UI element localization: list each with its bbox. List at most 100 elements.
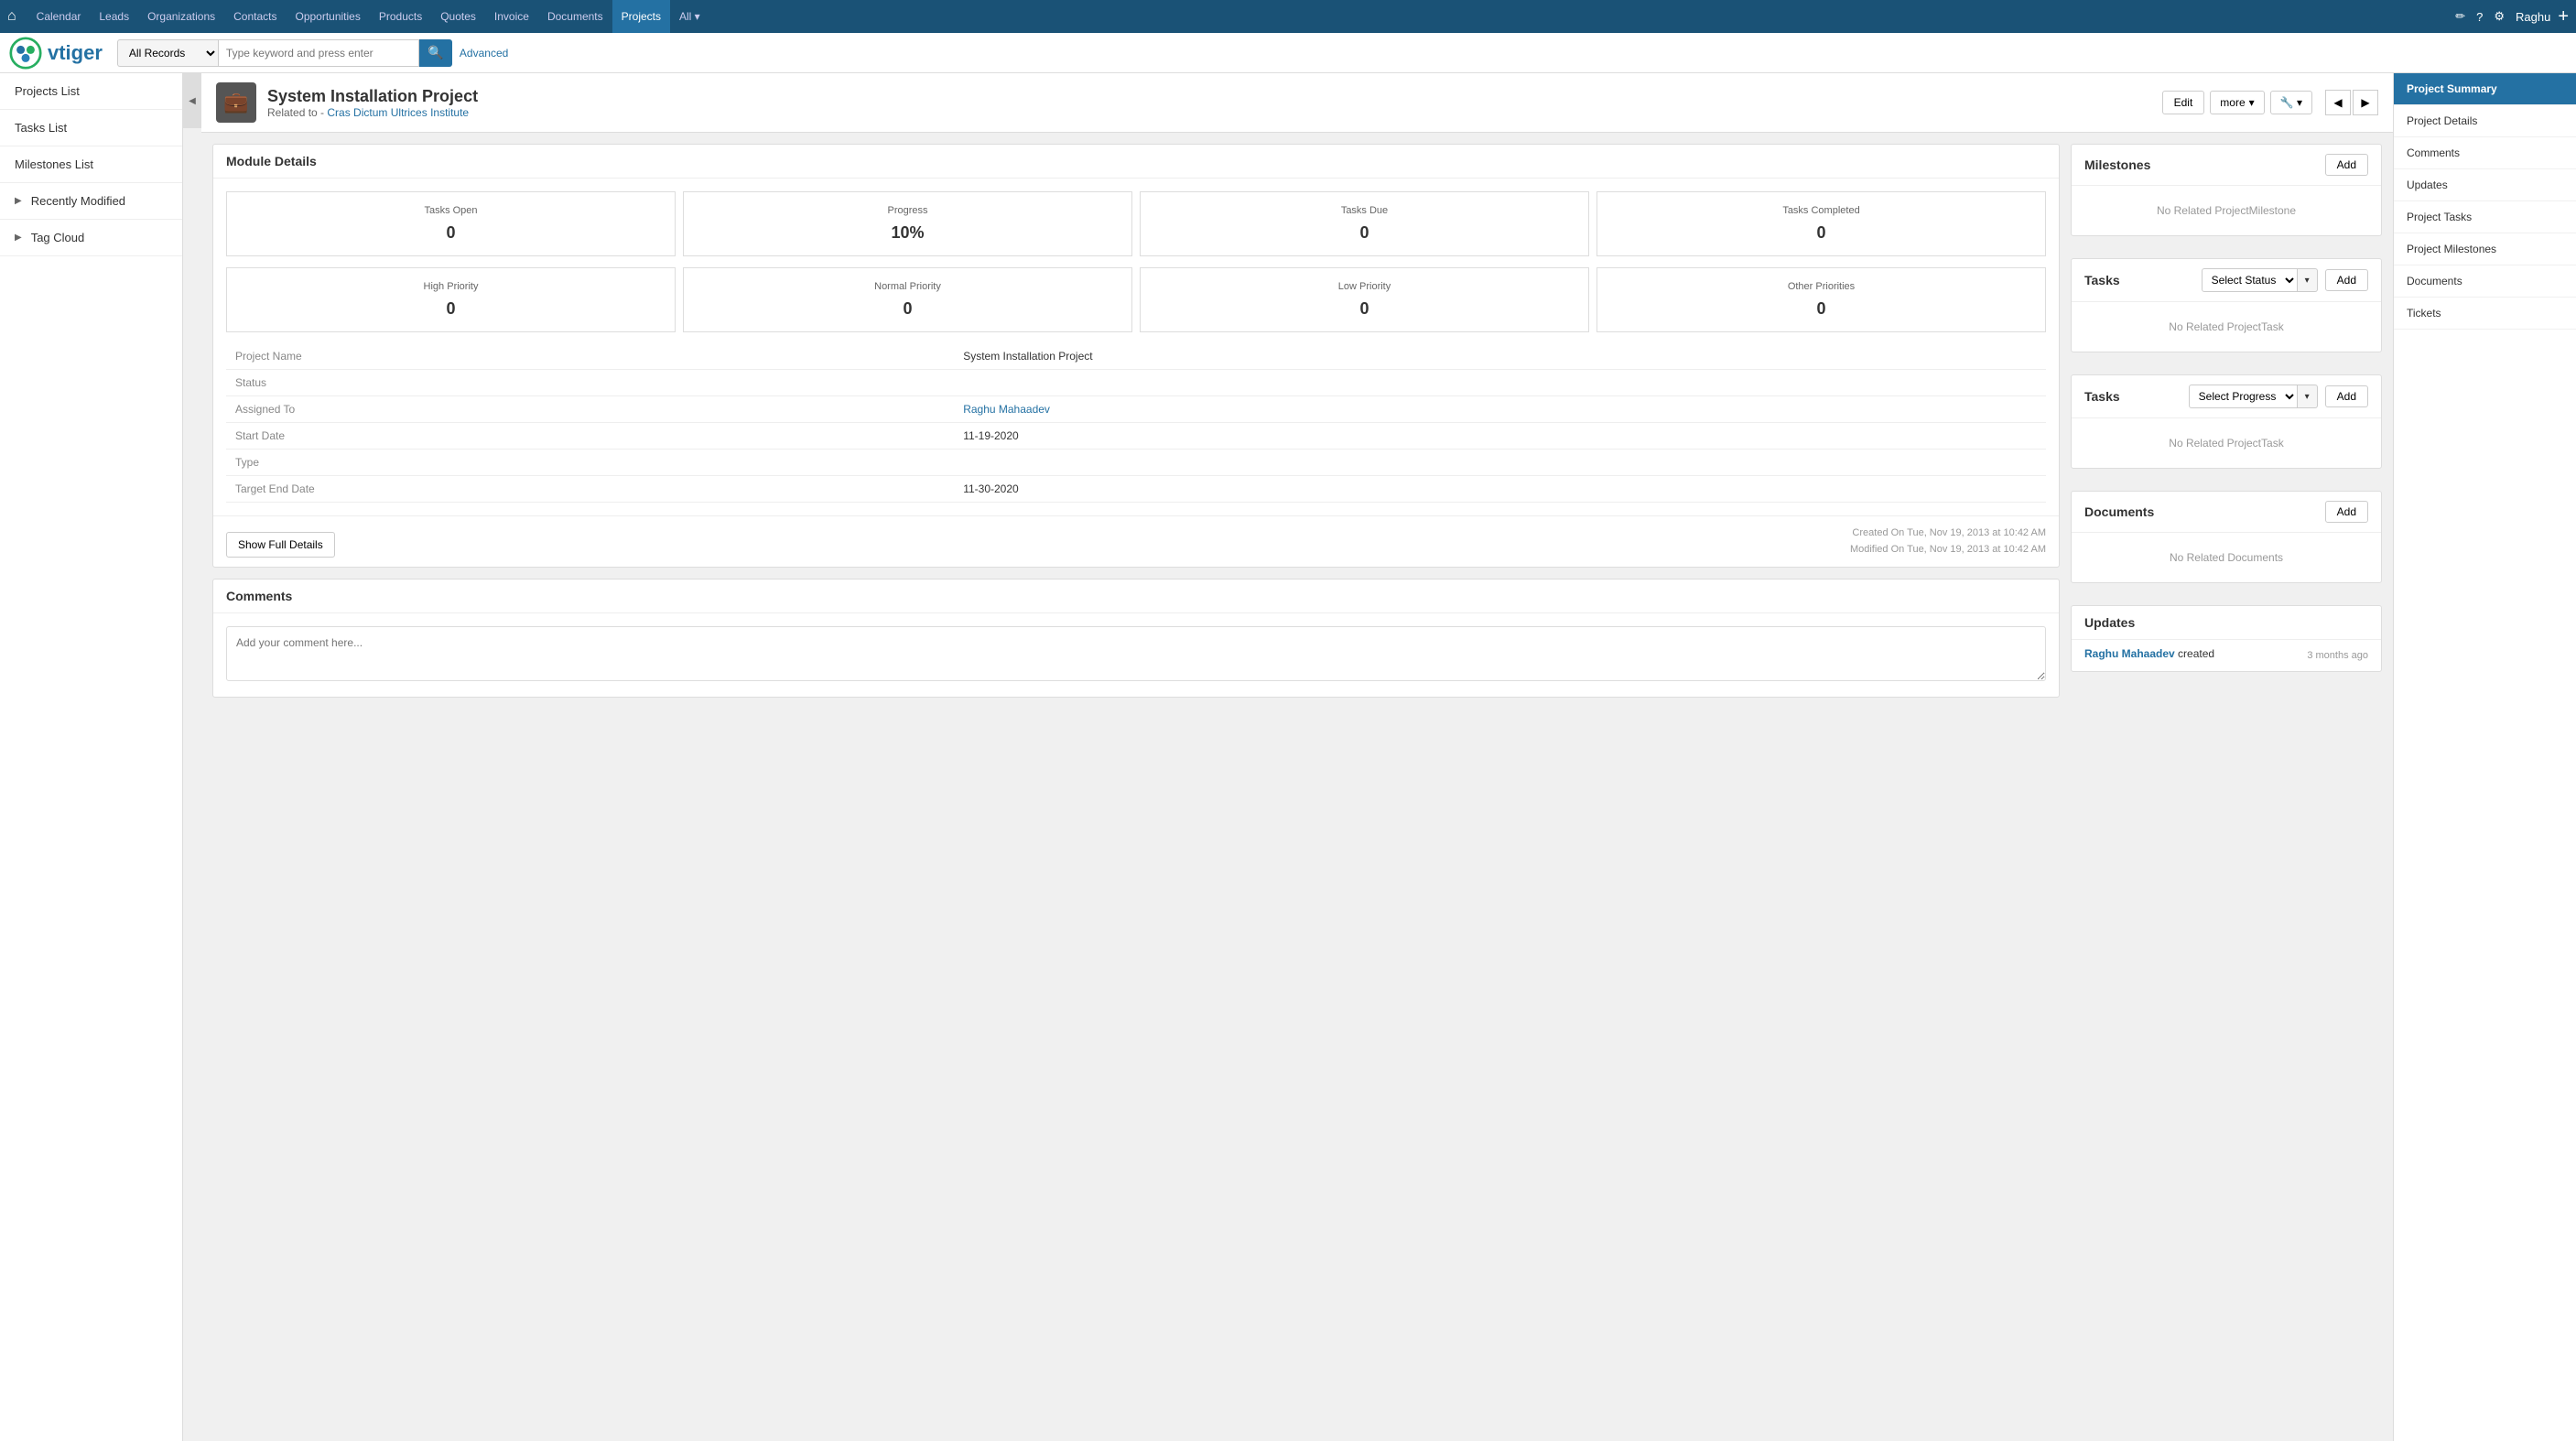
right-panel-item-project-details[interactable]: Project Details (2394, 105, 2576, 137)
right-panel-item-project-summary[interactable]: Project Summary (2394, 73, 2576, 105)
updates-title: Updates (2084, 615, 2135, 630)
sidebar-collapse-toggle[interactable]: ◀ (183, 73, 201, 128)
documents-title: Documents (2084, 504, 2154, 519)
update-item-row: Raghu Mahaadev created 3 months ago (2072, 640, 2381, 671)
field-label-type: Type (226, 450, 954, 476)
right-panel-item-documents[interactable]: Documents (2394, 265, 2576, 298)
search-bar: vtiger All Records 🔍 Advanced (0, 33, 2576, 73)
tasks-status-title: Tasks (2084, 273, 2120, 287)
navigation-arrows: ◀ ▶ (2325, 90, 2378, 115)
progress-select-group: Select Progress ▾ (2189, 385, 2318, 408)
tasks-progress-panel: Tasks Select Progress ▾ Add No Related P… (2071, 374, 2382, 469)
recently-modified-arrow-icon: ▶ (15, 196, 22, 206)
field-value-start-date: 11-19-2020 (954, 423, 2046, 450)
sidebar-item-recently-modified[interactable]: ▶ Recently Modified (0, 183, 182, 220)
tasks-status-add-button[interactable]: Add (2325, 269, 2368, 291)
comments-card: Comments (212, 579, 2060, 698)
right-panel-item-comments[interactable]: Comments (2394, 137, 2576, 169)
sidebar-item-projects-list[interactable]: Projects List (0, 73, 182, 110)
settings-icon[interactable]: ⚙ (2494, 9, 2505, 24)
stat-progress-label: Progress (697, 205, 1119, 216)
related-link[interactable]: Cras Dictum Ultrices Institute (327, 106, 469, 119)
table-row: Type (226, 450, 2046, 476)
more-arrow-icon: ▾ (2249, 96, 2255, 109)
comment-input[interactable] (226, 626, 2046, 681)
main-column: Module Details Tasks Open 0 Progress 10% (212, 144, 2060, 698)
sidebar-item-tasks-list[interactable]: Tasks List (0, 110, 182, 146)
nav-projects[interactable]: Projects (612, 0, 670, 33)
tasks-progress-add-button[interactable]: Add (2325, 385, 2368, 407)
nav-organizations[interactable]: Organizations (138, 0, 224, 33)
table-row: Target End Date 11-30-2020 (226, 476, 2046, 503)
status-select[interactable]: Select Status (2202, 268, 2298, 292)
related-prefix: Related to - (267, 106, 324, 119)
edit-button[interactable]: Edit (2162, 91, 2205, 114)
stat-normal-priority: Normal Priority 0 (683, 267, 1132, 332)
comments-body (213, 613, 2059, 697)
documents-add-button[interactable]: Add (2325, 501, 2368, 523)
help-icon[interactable]: ? (2476, 10, 2483, 24)
right-summary-panel: Project Summary Project Details Comments… (2393, 73, 2576, 1441)
table-row: Status (226, 370, 2046, 396)
field-label-status: Status (226, 370, 954, 396)
show-details-row: Show Full Details Created On Tue, Nov 19… (213, 515, 2059, 567)
project-title: System Installation Project (267, 87, 2151, 106)
tasks-progress-empty: No Related ProjectTask (2072, 418, 2381, 468)
nav-documents[interactable]: Documents (538, 0, 612, 33)
tool-arrow-icon: ▾ (2297, 96, 2302, 109)
milestones-add-button[interactable]: Add (2325, 154, 2368, 176)
milestones-panel-header: Milestones Add (2072, 145, 2381, 186)
right-panel-item-tickets[interactable]: Tickets (2394, 298, 2576, 330)
timestamps: Created On Tue, Nov 19, 2013 at 10:42 AM… (1850, 525, 2046, 558)
stat-other-priorities: Other Priorities 0 (1596, 267, 2046, 332)
project-header-actions: Edit more ▾ 🔧 ▾ ◀ ▶ (2162, 90, 2378, 115)
home-icon[interactable]: ⌂ (7, 8, 16, 25)
sidebar-recently-modified-label: Recently Modified (31, 194, 125, 208)
right-panel-item-project-tasks[interactable]: Project Tasks (2394, 201, 2576, 233)
search-input[interactable] (218, 39, 419, 67)
project-icon: 💼 (216, 82, 256, 123)
nav-products[interactable]: Products (370, 0, 431, 33)
advanced-search-link[interactable]: Advanced (460, 47, 508, 60)
previous-record-button[interactable]: ◀ (2325, 90, 2351, 115)
sidebar-item-milestones-list[interactable]: Milestones List (0, 146, 182, 183)
tool-button[interactable]: 🔧 ▾ (2270, 91, 2312, 114)
nav-quotes[interactable]: Quotes (431, 0, 485, 33)
update-item: Raghu Mahaadev created (2084, 647, 2214, 660)
search-button[interactable]: 🔍 (419, 39, 452, 67)
right-panel-item-updates[interactable]: Updates (2394, 169, 2576, 201)
stat-high-priority-label: High Priority (240, 281, 662, 292)
field-label-project-name: Project Name (226, 343, 954, 370)
next-record-button[interactable]: ▶ (2353, 90, 2378, 115)
nav-contacts[interactable]: Contacts (224, 0, 286, 33)
update-user: Raghu Mahaadev (2084, 647, 2175, 660)
stat-tasks-completed: Tasks Completed 0 (1596, 191, 2046, 256)
nav-all[interactable]: All ▾ (670, 0, 709, 33)
sidebar-projects-list-label: Projects List (15, 84, 80, 98)
sidebar-item-tag-cloud[interactable]: ▶ Tag Cloud (0, 220, 182, 256)
logo: vtiger (9, 37, 103, 70)
stat-tasks-open-label: Tasks Open (240, 205, 662, 216)
tasks-progress-title: Tasks (2084, 389, 2120, 404)
nav-calendar[interactable]: Calendar (27, 0, 91, 33)
edit-icon[interactable]: ✏ (2455, 9, 2465, 24)
progress-select-arrow-icon[interactable]: ▾ (2298, 385, 2318, 408)
project-header: 💼 System Installation Project Related to… (201, 73, 2393, 133)
progress-select[interactable]: Select Progress (2189, 385, 2298, 408)
show-full-details-button[interactable]: Show Full Details (226, 532, 335, 558)
search-filter-select[interactable]: All Records (117, 39, 218, 67)
add-button[interactable]: + (2558, 6, 2569, 27)
nav-invoice[interactable]: Invoice (485, 0, 538, 33)
assigned-to-link[interactable]: Raghu Mahaadev (963, 403, 1050, 416)
project-related: Related to - Cras Dictum Ultrices Instit… (267, 106, 2151, 119)
more-button[interactable]: more ▾ (2210, 91, 2264, 114)
nav-opportunities[interactable]: Opportunities (286, 0, 369, 33)
sidebar: Projects List Tasks List Milestones List… (0, 73, 183, 1441)
status-select-arrow-icon[interactable]: ▾ (2298, 268, 2318, 292)
nav-right-section: ✏ ? ⚙ Raghu (2455, 9, 2550, 24)
two-column-layout: Module Details Tasks Open 0 Progress 10% (201, 133, 2393, 709)
right-panel-item-project-milestones[interactable]: Project Milestones (2394, 233, 2576, 265)
nav-leads[interactable]: Leads (90, 0, 138, 33)
stat-high-priority-value: 0 (240, 299, 662, 319)
module-details-body: Tasks Open 0 Progress 10% Tasks Due 0 (213, 179, 2059, 515)
